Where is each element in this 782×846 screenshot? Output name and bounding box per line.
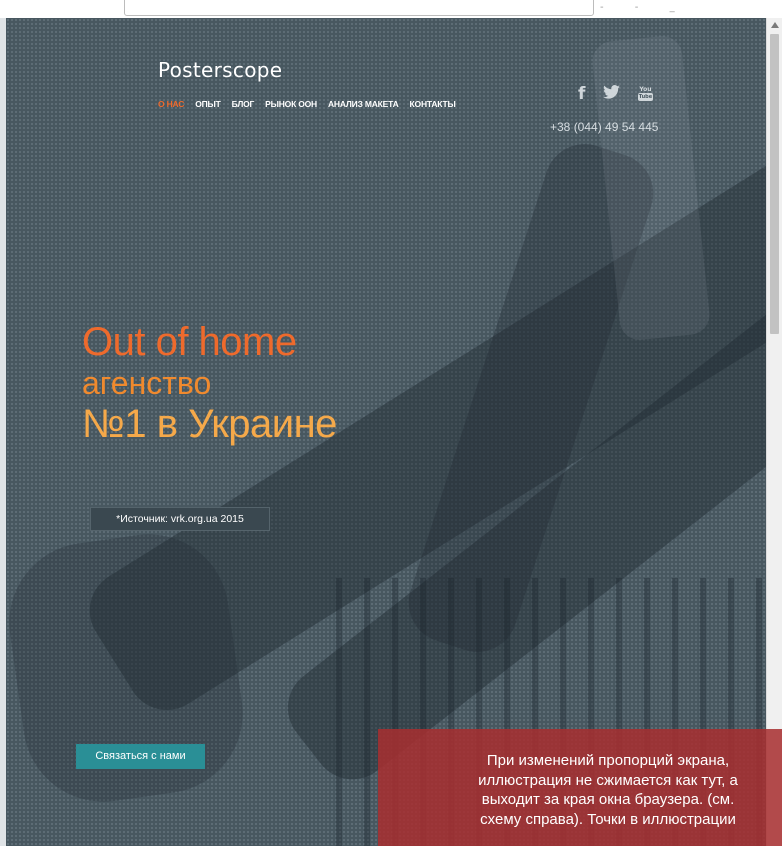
address-bar[interactable] xyxy=(124,0,594,16)
scrollbar[interactable] xyxy=(766,18,782,846)
phone-number[interactable]: +38 (044) 49 54 445 xyxy=(550,120,658,134)
headline-line-1: Out of home xyxy=(82,320,297,364)
nav-item-blog[interactable]: БЛОГ xyxy=(232,99,255,109)
annotation-note: При изменений пропорций экрана, иллюстра… xyxy=(378,729,782,846)
scrollbar-thumb[interactable] xyxy=(770,34,779,334)
scroll-up-arrow-icon[interactable] xyxy=(771,22,779,28)
twitter-bird-shape xyxy=(603,85,621,99)
youtube-icon[interactable]: You Tube xyxy=(637,86,654,102)
nav-item-experience[interactable]: ОПЫТ xyxy=(195,99,221,109)
nav-item-about[interactable]: О НАС xyxy=(158,99,184,109)
headline-line-2: агенство xyxy=(82,365,212,401)
twitter-icon[interactable] xyxy=(603,84,621,104)
youtube-icon-bottom: Tube xyxy=(637,93,654,101)
annotation-note-text: При изменений пропорций экрана, иллюстра… xyxy=(478,752,738,828)
social-links: f You Tube xyxy=(578,84,654,104)
headline-line-3: №1 в Украине xyxy=(82,402,337,446)
contact-us-button[interactable]: Связаться с нами xyxy=(76,744,205,769)
site-logo[interactable]: Posterscope xyxy=(158,58,282,82)
nav-item-market[interactable]: РЫНОК ООН xyxy=(265,99,317,109)
source-badge: *Источник: vrk.org.ua 2015 xyxy=(90,507,270,531)
youtube-icon-top: You xyxy=(639,86,652,93)
nav-item-contacts[interactable]: КОНТАКТЫ xyxy=(410,99,456,109)
nav-item-layout-analysis[interactable]: АНАЛИЗ МАКЕТА xyxy=(328,99,399,109)
main-nav: О НАС ОПЫТ БЛОГ РЫНОК ООН АНАЛИЗ МАКЕТА … xyxy=(158,99,456,109)
window-controls[interactable]: - - _ xyxy=(600,2,689,13)
hero-headline: Out of home агенство №1 в Украине xyxy=(82,320,337,446)
browser-top-bar: - - _ xyxy=(0,0,782,19)
facebook-icon[interactable]: f xyxy=(578,84,585,104)
